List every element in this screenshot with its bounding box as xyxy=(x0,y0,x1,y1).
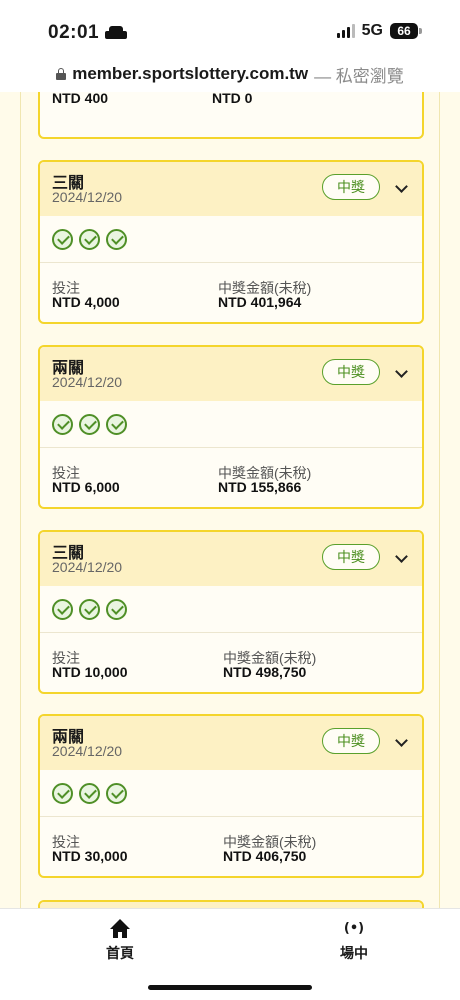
nav-home-label: 首頁 xyxy=(106,945,134,961)
bet-amounts: 投注 NTD 30,000 中獎金額(未稅) NTD 406,750 xyxy=(40,817,422,873)
check-circle-icon xyxy=(52,782,73,804)
win-badge: 中獎 xyxy=(322,359,380,385)
bet-card-header: 兩關 2024/12/20 中獎 xyxy=(40,347,422,401)
check-circle-icon xyxy=(106,228,127,250)
check-circle-icon xyxy=(79,413,100,435)
prize-value: NTD 406,750 xyxy=(223,848,307,864)
bet-card[interactable]: 兩關 2024/12/20 中獎 投注 NTD 6,000 中獎金額(未稅) N… xyxy=(38,345,424,509)
live-broadcast-icon: (•) xyxy=(343,921,365,936)
bet-card[interactable]: 三關 2024/12/20 中獎 投注 NTD 4,000 中獎金額(未稅) N… xyxy=(38,160,424,324)
private-browsing-label: — 私密瀏覽 xyxy=(314,66,404,86)
win-badge: 中獎 xyxy=(322,174,380,200)
status-time: 02:01 xyxy=(48,22,128,44)
lock-icon xyxy=(56,68,67,80)
win-badge: 中獎 xyxy=(322,728,380,754)
prize-value: NTD 498,750 xyxy=(223,664,307,680)
time-text: 02:01 xyxy=(48,22,100,43)
leg-results xyxy=(40,401,422,448)
bet-history-list[interactable]: NTD 400 NTD 0 三關 2024/12/20 中獎 投注 NTD 4,… xyxy=(0,92,460,908)
partial-bet-value: NTD 400 xyxy=(52,92,109,106)
home-indicator xyxy=(148,985,312,990)
bet-amounts: 投注 NTD 6,000 中獎金額(未稅) NTD 155,866 xyxy=(40,448,422,504)
check-circle-icon xyxy=(79,228,100,250)
url-bar[interactable]: member.sportslottery.com.tw — 私密瀏覽 xyxy=(0,56,460,92)
bet-value: NTD 10,000 xyxy=(52,664,128,680)
bet-card[interactable]: 三關 2024/12/20 中獎 投注 NTD 10,000 中獎金額(未稅) … xyxy=(38,530,424,694)
bet-card-partial[interactable] xyxy=(38,900,424,908)
nav-live[interactable]: (•) 場中 xyxy=(314,919,394,963)
bet-value: NTD 30,000 xyxy=(52,848,128,864)
bet-date: 2024/12/20 xyxy=(52,559,123,575)
bet-amounts: 投注 NTD 4,000 中獎金額(未稅) NTD 401,964 xyxy=(40,263,422,319)
battery-level: 66 xyxy=(390,23,418,39)
bet-value: NTD 4,000 xyxy=(52,294,120,310)
check-circle-icon xyxy=(52,228,73,250)
partial-prize-value: NTD 0 xyxy=(212,92,253,106)
check-circle-icon xyxy=(52,598,73,620)
list-container: NTD 400 NTD 0 三關 2024/12/20 中獎 投注 NTD 4,… xyxy=(20,92,440,908)
chevron-down-icon[interactable] xyxy=(395,180,408,193)
url-domain: member.sportslottery.com.tw xyxy=(72,64,309,83)
bet-card-header: 三關 2024/12/20 中獎 xyxy=(40,162,422,216)
bet-card[interactable]: 兩關 2024/12/20 中獎 投注 NTD 30,000 中獎金額(未稅) … xyxy=(38,714,424,878)
network-label: 5G xyxy=(361,22,383,39)
check-circle-icon xyxy=(106,782,127,804)
win-badge: 中獎 xyxy=(322,544,380,570)
car-icon xyxy=(105,26,128,40)
bet-card-header: 兩關 2024/12/20 中獎 xyxy=(40,716,422,770)
check-circle-icon xyxy=(79,598,100,620)
leg-results xyxy=(40,216,422,263)
check-circle-icon xyxy=(79,782,100,804)
leg-results xyxy=(40,586,422,633)
prize-value: NTD 401,964 xyxy=(218,294,302,310)
chevron-down-icon[interactable] xyxy=(395,550,408,563)
chevron-down-icon[interactable] xyxy=(395,365,408,378)
nav-home[interactable]: 首頁 xyxy=(80,919,160,963)
status-bar: 02:01 5G 66 xyxy=(0,0,460,56)
bet-date: 2024/12/20 xyxy=(52,189,123,205)
bet-card-header: 三關 2024/12/20 中獎 xyxy=(40,532,422,586)
check-circle-icon xyxy=(52,413,73,435)
home-icon xyxy=(109,919,131,939)
battery-icon: 66 xyxy=(390,23,422,39)
status-indicators: 5G 66 xyxy=(336,22,422,40)
bet-date: 2024/12/20 xyxy=(52,374,123,390)
bet-date: 2024/12/20 xyxy=(52,743,123,759)
leg-results xyxy=(40,770,422,817)
bet-amounts: 投注 NTD 10,000 中獎金額(未稅) NTD 498,750 xyxy=(40,633,422,689)
bet-value: NTD 6,000 xyxy=(52,479,120,495)
bet-card-partial[interactable]: NTD 400 NTD 0 xyxy=(38,92,424,139)
chevron-down-icon[interactable] xyxy=(395,734,408,747)
check-circle-icon xyxy=(106,598,127,620)
nav-live-label: 場中 xyxy=(340,945,368,961)
check-circle-icon xyxy=(106,413,127,435)
prize-value: NTD 155,866 xyxy=(218,479,302,495)
signal-icon xyxy=(336,24,355,38)
